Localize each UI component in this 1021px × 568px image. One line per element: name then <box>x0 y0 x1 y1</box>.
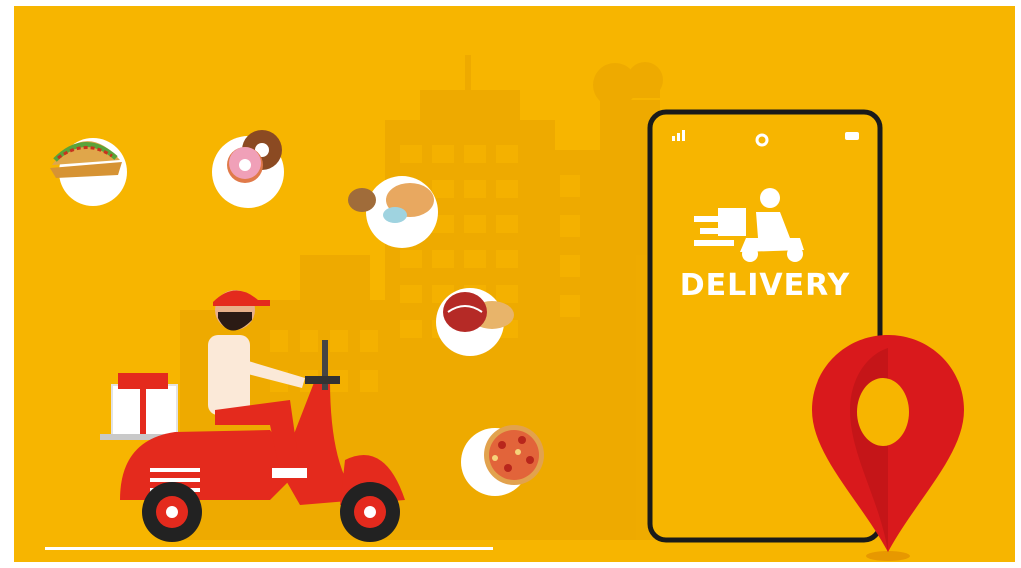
battery-icon <box>845 132 859 140</box>
delivery-label: DELIVERY <box>680 268 851 303</box>
pizza-icon <box>484 425 544 485</box>
ground-line <box>45 547 493 550</box>
delivery-illustration: DELIVERY <box>0 0 1021 568</box>
